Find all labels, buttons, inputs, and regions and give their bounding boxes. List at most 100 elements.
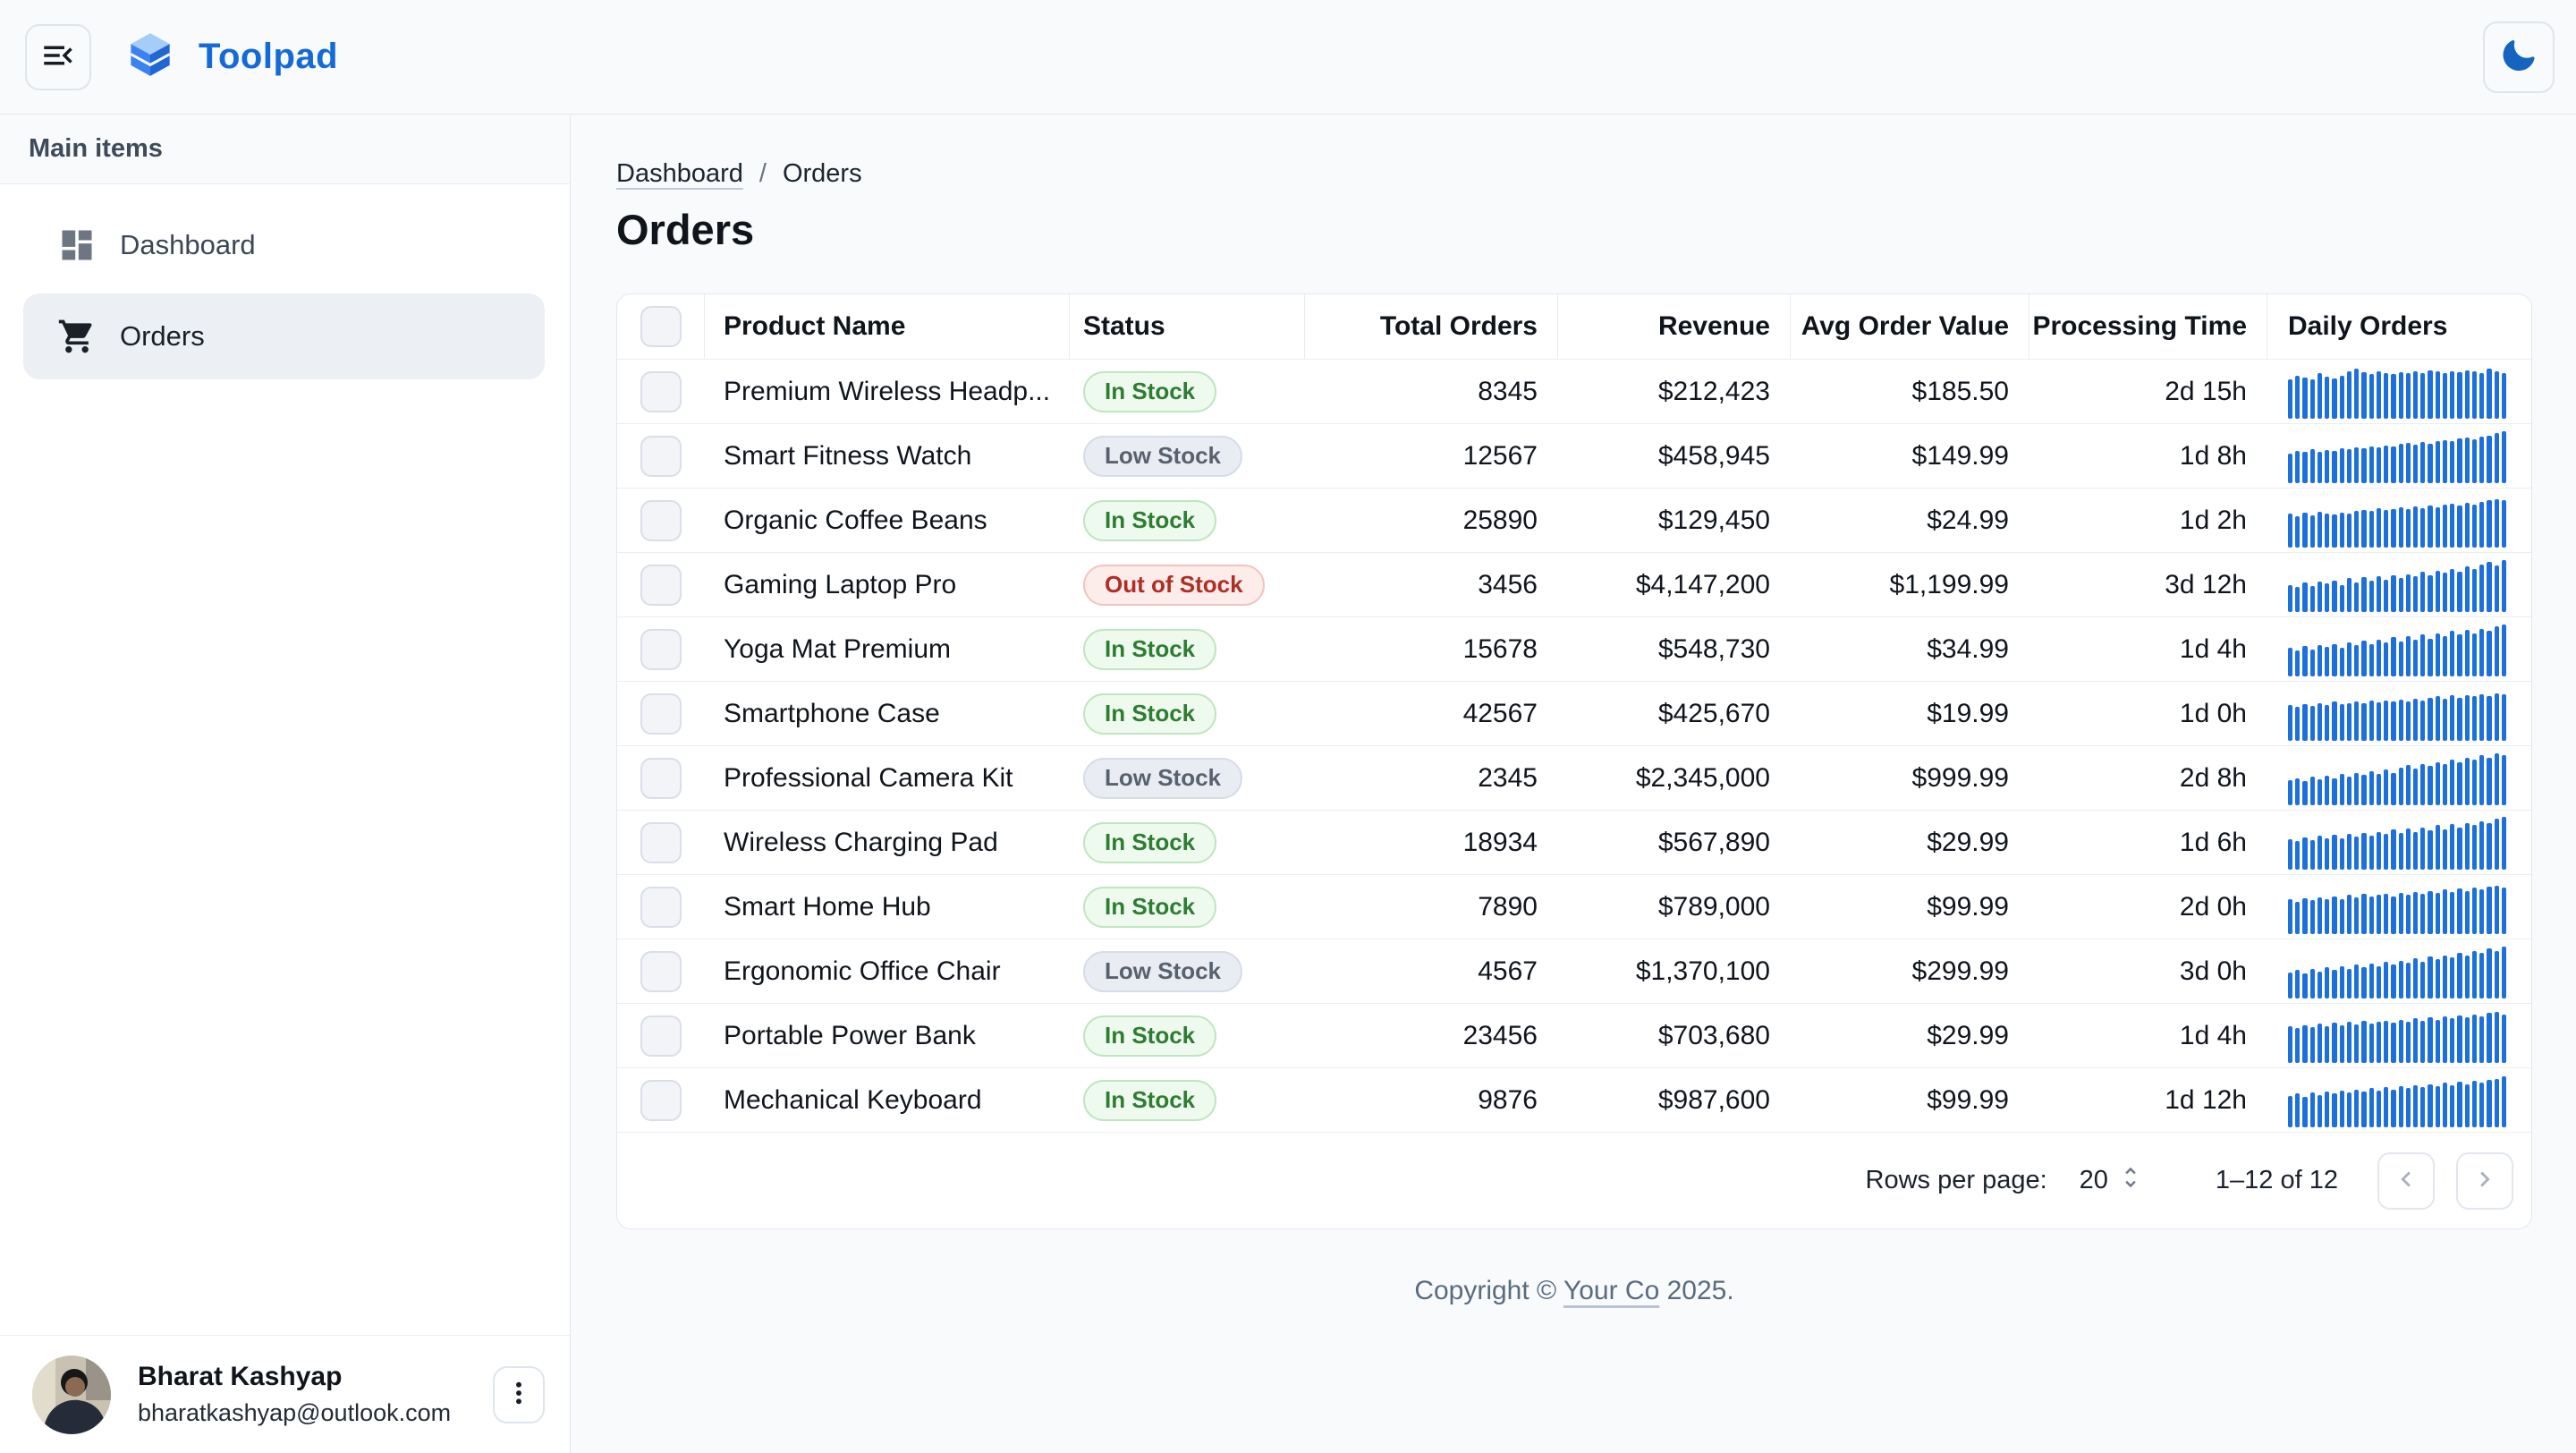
revenue-cell: $2,345,000 [1557, 746, 1790, 810]
table-row[interactable]: Professional Camera Kit Low Stock 2345 $… [617, 745, 2531, 810]
kebab-menu-icon [504, 1379, 533, 1410]
daily-orders-cell [2267, 875, 2531, 939]
row-checkbox[interactable] [640, 822, 682, 863]
table-row[interactable]: Gaming Laptop Pro Out of Stock 3456 $4,1… [617, 552, 2531, 616]
daily-orders-sparkline [2288, 945, 2506, 998]
status-badge: Low Stock [1083, 436, 1242, 477]
total-orders-cell: 2345 [1304, 746, 1557, 810]
daily-orders-cell [2267, 746, 2531, 810]
sidebar-toggle-button[interactable] [25, 24, 91, 90]
copyright-prefix: Copyright © [1414, 1276, 1563, 1305]
daily-orders-cell [2267, 1004, 2531, 1067]
row-checkbox[interactable] [640, 887, 682, 928]
product-name-cell: Organic Coffee Beans [704, 489, 1069, 552]
avg-order-value-cell: $185.50 [1790, 360, 2029, 423]
product-name-cell: Gaming Laptop Pro [704, 553, 1069, 616]
next-page-button[interactable] [2456, 1152, 2513, 1210]
product-name-cell: Portable Power Bank [704, 1004, 1069, 1067]
table-row[interactable]: Smart Fitness Watch Low Stock 12567 $458… [617, 423, 2531, 488]
table-row[interactable]: Ergonomic Office Chair Low Stock 4567 $1… [617, 939, 2531, 1003]
processing-time-cell: 1d 2h [2029, 489, 2267, 552]
row-checkbox[interactable] [640, 1015, 682, 1057]
brand: Toolpad [127, 31, 338, 82]
status-badge: In Stock [1083, 371, 1216, 412]
avg-order-value-cell: $34.99 [1790, 617, 2029, 681]
sidebar-item-orders[interactable]: Orders [23, 293, 545, 379]
user-menu-button[interactable] [493, 1366, 545, 1423]
table-header-row: Product Name Status Total Orders Revenue… [617, 294, 2531, 359]
breadcrumb-separator: / [759, 159, 767, 189]
column-header-product-name[interactable]: Product Name [704, 294, 1069, 359]
row-checkbox[interactable] [640, 758, 682, 799]
row-checkbox[interactable] [640, 1080, 682, 1121]
product-name-cell: Smart Fitness Watch [704, 424, 1069, 488]
table-row[interactable]: Portable Power Bank In Stock 23456 $703,… [617, 1003, 2531, 1067]
column-header-processing-time[interactable]: Processing Time [2029, 294, 2267, 359]
revenue-cell: $567,890 [1557, 811, 1790, 874]
user-meta: Bharat Kashyap bharatkashyap@outlook.com [138, 1362, 466, 1427]
daily-orders-sparkline [2288, 429, 2506, 483]
product-name: Mechanical Keyboard [724, 1085, 982, 1116]
row-checkbox[interactable] [640, 951, 682, 992]
table-row[interactable]: Mechanical Keyboard In Stock 9876 $987,6… [617, 1067, 2531, 1132]
select-all-checkbox[interactable] [640, 306, 682, 347]
daily-orders-cell [2267, 553, 2531, 616]
product-name-cell: Premium Wireless Headp... [704, 360, 1069, 423]
total-orders-cell: 7890 [1304, 875, 1557, 939]
daily-orders-sparkline [2288, 816, 2506, 870]
product-name: Portable Power Bank [724, 1021, 976, 1051]
copyright-suffix: 2025. [1659, 1276, 1733, 1305]
previous-page-button[interactable] [2377, 1152, 2435, 1210]
revenue-cell: $458,945 [1557, 424, 1790, 488]
status-badge: In Stock [1083, 693, 1216, 735]
table-row[interactable]: Premium Wireless Headp... In Stock 8345 … [617, 359, 2531, 423]
daily-orders-sparkline [2288, 1009, 2506, 1063]
status-cell: In Stock [1069, 1068, 1304, 1132]
column-header-avg-order-value[interactable]: Avg Order Value [1790, 294, 2029, 359]
product-name: Organic Coffee Beans [724, 506, 987, 536]
daily-orders-cell [2267, 617, 2531, 681]
processing-time-cell: 3d 12h [2029, 553, 2267, 616]
product-name-cell: Ergonomic Office Chair [704, 939, 1069, 1003]
daily-orders-cell [2267, 682, 2531, 745]
revenue-cell: $1,370,100 [1557, 939, 1790, 1003]
revenue-cell: $987,600 [1557, 1068, 1790, 1132]
column-header-status[interactable]: Status [1069, 294, 1304, 359]
product-name: Gaming Laptop Pro [724, 570, 956, 600]
chevron-left-icon [2391, 1184, 2421, 1197]
theme-toggle-button[interactable] [2483, 21, 2555, 93]
daily-orders-sparkline [2288, 623, 2506, 676]
status-badge: In Stock [1083, 500, 1216, 541]
total-orders-cell: 18934 [1304, 811, 1557, 874]
table-row[interactable]: Smart Home Hub In Stock 7890 $789,000 $9… [617, 874, 2531, 939]
rows-per-page-select[interactable]: 20 [2080, 1164, 2144, 1198]
sidebar-item-dashboard[interactable]: Dashboard [23, 202, 545, 288]
row-checkbox[interactable] [640, 500, 682, 541]
table-row[interactable]: Organic Coffee Beans In Stock 25890 $129… [617, 488, 2531, 552]
row-checkbox[interactable] [640, 629, 682, 670]
avg-order-value-cell: $1,199.99 [1790, 553, 2029, 616]
table-row[interactable]: Wireless Charging Pad In Stock 18934 $56… [617, 810, 2531, 874]
row-checkbox[interactable] [640, 371, 682, 412]
user-avatar [32, 1355, 111, 1434]
column-header-daily-orders[interactable]: Daily Orders [2267, 294, 2531, 359]
status-cell: Low Stock [1069, 746, 1304, 810]
row-checkbox[interactable] [640, 693, 682, 735]
company-link[interactable]: Your Co [1563, 1276, 1659, 1305]
processing-time-cell: 1d 12h [2029, 1068, 2267, 1132]
column-header-total-orders[interactable]: Total Orders [1304, 294, 1557, 359]
processing-time-cell: 2d 0h [2029, 875, 2267, 939]
status-badge: Low Stock [1083, 758, 1242, 799]
row-checkbox[interactable] [640, 565, 682, 606]
product-name: Yoga Mat Premium [724, 634, 951, 665]
table-row[interactable]: Yoga Mat Premium In Stock 15678 $548,730… [617, 616, 2531, 681]
processing-time-cell: 1d 6h [2029, 811, 2267, 874]
breadcrumb-link-dashboard[interactable]: Dashboard [616, 159, 743, 189]
row-checkbox[interactable] [640, 436, 682, 477]
status-cell: In Stock [1069, 682, 1304, 745]
table-row[interactable]: Smartphone Case In Stock 42567 $425,670 … [617, 681, 2531, 745]
column-header-revenue[interactable]: Revenue [1557, 294, 1790, 359]
status-cell: Out of Stock [1069, 553, 1304, 616]
daily-orders-cell [2267, 360, 2531, 423]
avg-order-value-cell: $19.99 [1790, 682, 2029, 745]
